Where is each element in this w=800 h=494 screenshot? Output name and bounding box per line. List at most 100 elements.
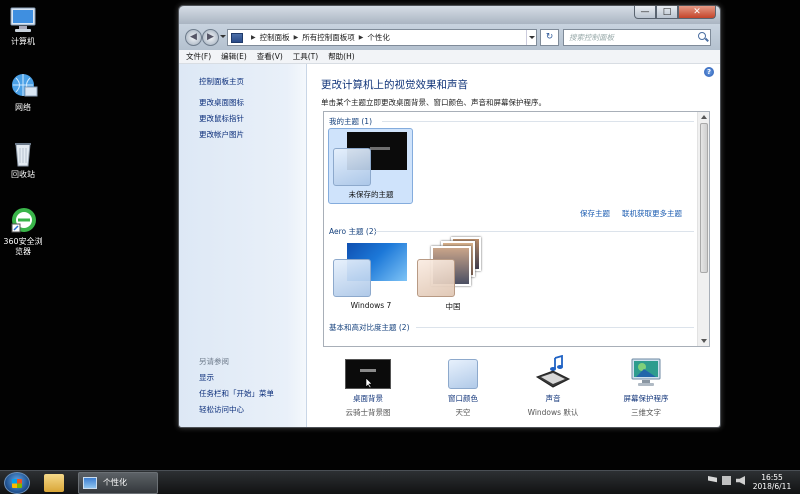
browser-icon	[8, 206, 38, 234]
system-tray	[708, 476, 745, 485]
breadcrumb-personalization[interactable]: 个性化	[367, 32, 390, 43]
action-subtitle: 天空	[455, 408, 471, 417]
refresh-button[interactable]: ↻	[540, 29, 559, 46]
computer-icon	[8, 6, 38, 34]
minimize-button[interactable]: —	[634, 6, 656, 19]
desktop-icon-network[interactable]: 网络	[0, 72, 46, 113]
maximize-button[interactable]: □	[656, 6, 678, 19]
action-title: 屏幕保护程序	[623, 394, 669, 403]
theme-label: 中国	[445, 302, 461, 311]
taskbar-start-menu-link[interactable]: 任务栏和「开始」菜单	[199, 388, 274, 399]
title-bar[interactable]: — □ ✕	[179, 6, 720, 24]
ease-of-access-link[interactable]: 轻松访问中心	[199, 404, 244, 415]
action-subtitle: Windows 默认	[527, 408, 579, 417]
action-title: 声音	[545, 394, 561, 403]
scroll-down-icon[interactable]	[701, 339, 707, 343]
group-divider	[416, 327, 694, 328]
desktop-background-icon	[345, 359, 391, 389]
theme-color-swatch	[333, 148, 371, 186]
scroll-up-icon[interactable]	[701, 115, 707, 119]
search-icon[interactable]	[698, 32, 706, 40]
search-placeholder: 搜索控制面板	[569, 33, 614, 42]
taskbar-item-label: 个性化	[103, 478, 127, 487]
back-button[interactable]: ◀	[185, 29, 202, 46]
personalization-actions: 桌面背景 云骑士背景图 窗口颜色 天空 声音 Windows 默认 屏幕保护程序	[323, 351, 710, 421]
desktop-icon-label: 网络	[15, 103, 31, 112]
breadcrumb-control-panel[interactable]: 控制面板	[260, 32, 290, 43]
desktop-icon-browser[interactable]: 360安全浏览器	[0, 206, 46, 257]
action-subtitle: 三维文字	[631, 408, 661, 417]
desktop-icon-recycle-bin[interactable]: 回收站	[0, 139, 46, 180]
explorer-pinned-icon[interactable]	[44, 474, 64, 492]
start-button[interactable]	[4, 472, 30, 494]
theme-list-scrollbar[interactable]	[697, 112, 709, 346]
window-controls: — □ ✕	[634, 6, 716, 20]
menu-edit[interactable]: 编辑(E)	[221, 51, 247, 62]
screensaver-button[interactable]: 屏幕保护程序 三维文字	[601, 355, 691, 418]
change-desktop-icons-link[interactable]: 更改桌面图标	[199, 97, 244, 108]
scroll-thumb[interactable]	[700, 123, 708, 273]
menu-tools[interactable]: 工具(T)	[293, 51, 318, 62]
clock-time: 16:55	[761, 473, 783, 482]
get-more-themes-link[interactable]: 联机获取更多主题	[622, 208, 682, 219]
screensaver-icon	[626, 355, 666, 389]
menu-bar: 文件(F) 编辑(E) 查看(V) 工具(T) 帮助(H)	[179, 50, 720, 64]
volume-icon[interactable]	[736, 476, 745, 485]
page-description: 单击某个主题立即更改桌面背景、窗口颜色、声音和屏幕保护程序。	[321, 98, 546, 107]
aero-themes-group: Aero 主题 (2)	[329, 227, 377, 236]
clock[interactable]: 16:55 2018/6/11	[750, 473, 794, 491]
window-color-button[interactable]: 窗口颜色 天空	[418, 359, 508, 418]
breadcrumb-separator-icon[interactable]: ▶	[294, 34, 299, 41]
display-link[interactable]: 显示	[199, 372, 214, 383]
save-theme-link[interactable]: 保存主题	[580, 208, 610, 219]
action-subtitle: 云骑士背景图	[345, 408, 391, 417]
forward-button[interactable]: ▶	[202, 29, 219, 46]
recycle-bin-icon	[8, 139, 38, 167]
content-area: 控制面板主页 更改桌面图标 更改鼠标指针 更改帐户图片 另请参阅 显示 任务栏和…	[179, 64, 720, 427]
taskbar: 个性化 16:55 2018/6/11	[0, 470, 800, 494]
sound-icon	[533, 354, 573, 389]
address-bar-area: ◀ ▶ ▶ 控制面板 ▶ 所有控制面板项 ▶ 个性化 ↻ 搜索控制面板	[179, 24, 720, 50]
breadcrumb-separator-icon[interactable]: ▶	[251, 34, 256, 41]
desktop-icon-computer[interactable]: 计算机	[0, 6, 46, 47]
menu-file[interactable]: 文件(F)	[186, 51, 211, 62]
help-icon[interactable]: ?	[704, 67, 714, 77]
search-input[interactable]: 搜索控制面板	[563, 29, 711, 46]
menu-help[interactable]: 帮助(H)	[328, 51, 355, 62]
action-title: 窗口颜色	[448, 394, 478, 403]
personalization-window: — □ ✕ ◀ ▶ ▶ 控制面板 ▶ 所有控制面板项 ▶ 个性化 ↻ 搜索控制面…	[178, 5, 721, 428]
see-also-title: 另请参阅	[199, 357, 229, 366]
change-mouse-pointers-link[interactable]: 更改鼠标指针	[199, 113, 244, 124]
close-button[interactable]: ✕	[678, 6, 716, 19]
action-title: 桌面背景	[353, 394, 383, 403]
control-panel-home-link[interactable]: 控制面板主页	[199, 76, 244, 87]
desktop-icon-label: 360安全浏览器	[3, 237, 43, 256]
address-field[interactable]: ▶ 控制面板 ▶ 所有控制面板项 ▶ 个性化	[227, 29, 537, 46]
taskbar-item-personalization[interactable]: 个性化	[78, 472, 158, 494]
clock-date: 2018/6/11	[752, 482, 792, 491]
desktop-icon-label: 回收站	[11, 170, 35, 179]
theme-color-swatch	[333, 259, 371, 297]
breadcrumb-all-items[interactable]: 所有控制面板项	[302, 32, 355, 43]
control-panel-icon	[231, 32, 243, 43]
theme-color-swatch	[417, 259, 455, 297]
theme-label: 未保存的主题	[348, 190, 394, 199]
group-divider	[374, 231, 694, 232]
address-dropdown-button[interactable]	[526, 30, 536, 45]
personalization-task-icon	[83, 477, 97, 489]
basic-themes-group: 基本和高对比度主题 (2)	[329, 323, 410, 332]
desktop-background-button[interactable]: 桌面背景 云骑士背景图	[323, 359, 413, 418]
flag-icon[interactable]	[708, 476, 717, 483]
breadcrumb-separator-icon[interactable]: ▶	[359, 34, 364, 41]
change-account-picture-link[interactable]: 更改帐户图片	[199, 129, 244, 140]
network-tray-icon[interactable]	[722, 476, 731, 485]
desktop-icon-label: 计算机	[11, 37, 35, 46]
theme-list: 我的主题 (1) 未保存的主题 保存主题 联机获取更多主题 Aero 主题 (2…	[323, 111, 710, 347]
group-divider	[382, 121, 694, 122]
menu-view[interactable]: 查看(V)	[257, 51, 283, 62]
sound-button[interactable]: 声音 Windows 默认	[508, 354, 598, 418]
window-color-icon	[448, 359, 478, 389]
recent-pages-dropdown[interactable]	[220, 35, 226, 38]
network-icon	[8, 72, 38, 100]
page-title: 更改计算机上的视觉效果和声音	[321, 79, 468, 91]
